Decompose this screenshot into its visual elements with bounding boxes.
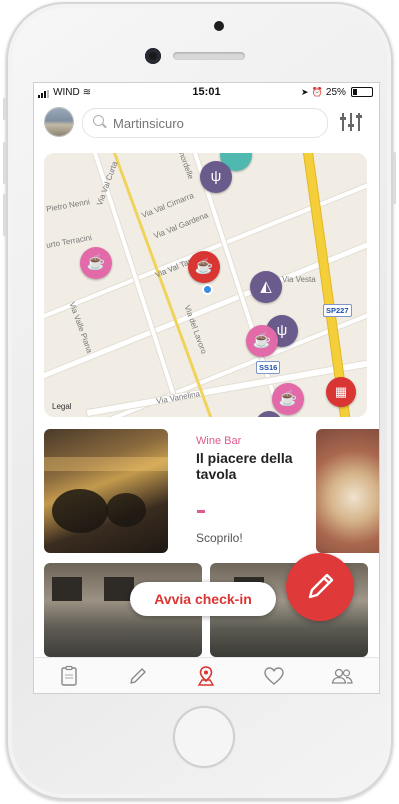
- map-street-label: Via Valle Piana: [67, 300, 95, 355]
- featured-cta-link[interactable]: Scoprilo!: [196, 531, 243, 545]
- tab-diary[interactable]: [57, 664, 81, 688]
- map-street-label: Pietro Nenni: [45, 197, 91, 214]
- power-button: [393, 152, 396, 204]
- battery-icon: [351, 87, 373, 98]
- map-pin-user-icon: [197, 666, 215, 686]
- top-bar: [34, 101, 379, 145]
- current-location-dot: [202, 284, 213, 295]
- map-view[interactable]: Via Val Curta Pietro Nenni Via Val Cimar…: [44, 153, 367, 417]
- checkin-button[interactable]: Avvia check-in: [130, 582, 276, 616]
- clipboard-icon: [61, 665, 77, 686]
- volume-up-button: [3, 142, 6, 184]
- map-road: [85, 356, 367, 417]
- home-button[interactable]: [173, 706, 235, 768]
- heart-icon: [264, 667, 284, 685]
- app-screen: WIND ≋ 15:01 ➤ ⏰ 25% Via Val Curta: [33, 82, 380, 694]
- search-bar[interactable]: [82, 108, 328, 138]
- map-street-label: Via Val Cimarra: [140, 190, 195, 221]
- volume-down-button: [3, 194, 6, 236]
- featured-divider: [197, 510, 205, 513]
- write-review-button[interactable]: [286, 553, 354, 621]
- road-tag: SP227: [323, 304, 352, 317]
- mute-switch: [3, 98, 6, 120]
- cafe-pin-icon[interactable]: ☕: [80, 247, 112, 279]
- search-input[interactable]: [111, 113, 315, 133]
- map-legal-link[interactable]: Legal: [52, 402, 72, 411]
- users-icon: [331, 668, 353, 684]
- map-street-label: urto Terracini: [45, 233, 93, 250]
- restaurant-pin-icon[interactable]: ψ: [200, 161, 232, 193]
- tab-favorites[interactable]: [262, 664, 286, 688]
- pencil-icon: [308, 573, 334, 599]
- next-card-image[interactable]: [316, 429, 379, 553]
- alarm-icon: ⏰: [311, 87, 323, 97]
- filter-sliders-icon[interactable]: [340, 111, 362, 133]
- tab-write[interactable]: [126, 664, 150, 688]
- map-street-label: Via Val Gardena: [152, 210, 210, 241]
- featured-card-image: [44, 429, 168, 553]
- tab-map[interactable]: [194, 664, 218, 688]
- location-arrow-icon: ➤: [301, 87, 309, 97]
- featured-card[interactable]: Wine Bar Il piacere della tavola Scopril…: [44, 429, 312, 553]
- earpiece-speaker: [173, 52, 245, 60]
- tab-friends[interactable]: [330, 664, 354, 688]
- search-icon: [93, 115, 104, 126]
- tab-bar: [34, 657, 379, 693]
- cafe-pin-icon[interactable]: ☕: [246, 325, 278, 357]
- pizza-pin-icon[interactable]: ◭: [250, 271, 282, 303]
- qr-scan-button[interactable]: ▦: [326, 377, 356, 407]
- battery-percentage: 25%: [325, 87, 346, 98]
- status-bar: WIND ≋ 15:01 ➤ ⏰ 25%: [34, 83, 379, 101]
- front-camera: [145, 48, 161, 64]
- pencil-icon: [130, 668, 146, 684]
- map-street-label: Via Vesta: [282, 275, 316, 284]
- cafe-pin-icon[interactable]: ☕: [272, 383, 304, 415]
- proximity-sensor: [214, 21, 224, 31]
- featured-category: Wine Bar: [196, 435, 242, 447]
- road-tag: SS16: [256, 361, 281, 374]
- cafe-pin-selected-icon[interactable]: ☕: [188, 251, 220, 283]
- avatar[interactable]: [45, 108, 73, 136]
- featured-title: Il piacere della tavola: [196, 450, 293, 482]
